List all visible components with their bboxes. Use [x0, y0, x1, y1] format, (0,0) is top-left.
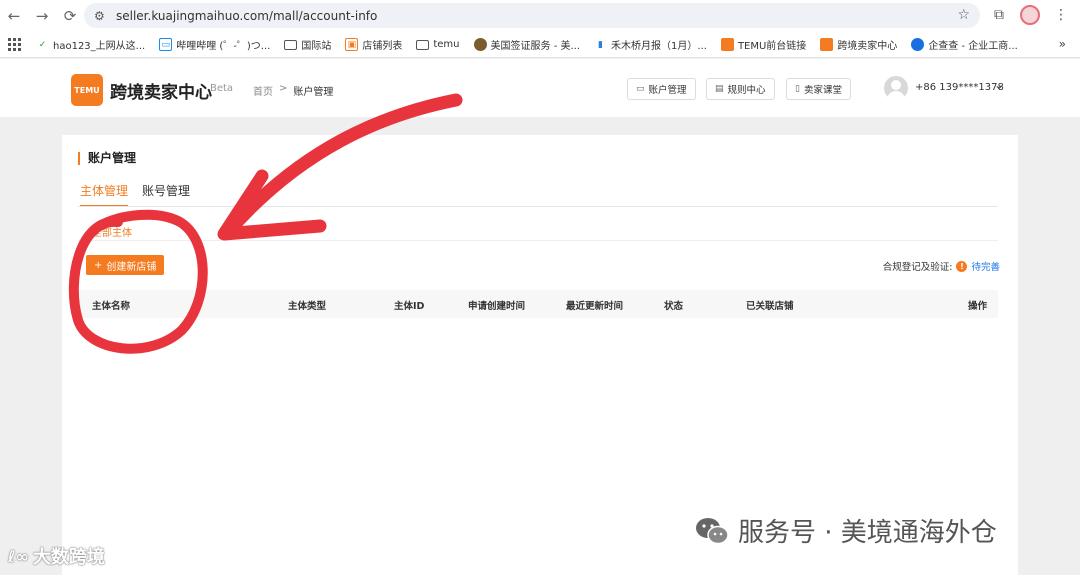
- hao123-icon: ✓: [38, 39, 47, 50]
- create-new-store-button[interactable]: + 创建新店铺: [86, 255, 165, 275]
- bookmark-intl-site[interactable]: 国际站: [284, 37, 331, 52]
- site-settings-icon[interactable]: ⚙: [94, 9, 110, 23]
- column-header: 已关联店铺: [746, 301, 794, 312]
- reload-icon[interactable]: ⟳: [56, 2, 84, 30]
- tab-entity-management[interactable]: 主体管理: [80, 182, 129, 207]
- extensions-icon[interactable]: ⧉: [988, 4, 1010, 26]
- rules-icon: ▤: [715, 84, 724, 94]
- plus-icon: +: [94, 259, 103, 271]
- temu-icon: [720, 38, 734, 51]
- temu-logo[interactable]: TEMU: [71, 74, 103, 106]
- column-header: 状态: [664, 301, 684, 312]
- beta-badge: Beta: [210, 83, 234, 94]
- bookmark-hao123[interactable]: ✓ hao123_上网从这...: [36, 37, 146, 53]
- bookmark-label: 哔哩哔哩 (゜-゜)つ...: [176, 41, 271, 52]
- watermark-text: 大数跨境: [32, 547, 105, 568]
- bookmark-label: 企查查 - 企业工商...: [928, 41, 1018, 52]
- tab-account-management[interactable]: 账号管理: [142, 182, 190, 207]
- bookmark-qichacha[interactable]: 企查查 - 企业工商...: [911, 37, 1018, 52]
- browser-toolbar: ← → ⟳ ⚙ seller.kuajingmaihuo.com/mall/ac…: [0, 0, 1080, 32]
- button-label: 账户管理: [648, 85, 687, 96]
- breadcrumb: 首页 > 账户管理: [253, 83, 333, 98]
- url-text[interactable]: seller.kuajingmaihuo.com/mall/account-in…: [116, 9, 377, 23]
- bookmark-us-visa[interactable]: 美国签证服务 - 美...: [473, 37, 581, 52]
- qcc-icon: [911, 38, 925, 51]
- chevron-down-icon[interactable]: ⌄: [994, 78, 1004, 92]
- column-header: 申请创建时间: [468, 301, 526, 312]
- bilibili-icon: ▭: [159, 38, 173, 51]
- compliance-link[interactable]: 待完善: [971, 259, 1000, 273]
- image-icon: ▭: [636, 84, 645, 94]
- brand-title: 跨境卖家中心: [110, 83, 212, 103]
- table-header: 主体名称 主体类型 主体ID 申请创建时间 最近更新时间 状态 已关联店铺 操作: [78, 290, 998, 318]
- rules-center-button[interactable]: ▤ 规则中心: [706, 78, 775, 100]
- more-bookmarks-icon[interactable]: »: [1059, 37, 1066, 51]
- forward-icon[interactable]: →: [28, 2, 56, 30]
- column-header: 最近更新时间: [566, 301, 624, 312]
- user-phone[interactable]: +86 139****1378: [915, 82, 1004, 93]
- bookmark-label: 美国签证服务 - 美...: [490, 41, 581, 52]
- compliance-label: 合规登记及验证:: [882, 262, 953, 273]
- dashuju-logo-icon: ℓ∞: [8, 546, 29, 566]
- account-management-button[interactable]: ▭ 账户管理: [627, 78, 696, 100]
- bookmark-label: 店铺列表: [362, 41, 403, 52]
- watermark-text: 服务号 · 美境通海外仓: [738, 518, 997, 548]
- bookmark-report[interactable]: ▮ 禾木桥月报（1月）...: [594, 37, 707, 53]
- bookmark-temu-front[interactable]: TEMU前台链接: [720, 37, 807, 52]
- page-title: 账户管理: [78, 152, 136, 165]
- user-avatar[interactable]: [884, 76, 908, 100]
- bookmark-temu-folder[interactable]: temu: [416, 39, 460, 50]
- address-bar[interactable]: ⚙ seller.kuajingmaihuo.com/mall/account-…: [84, 3, 980, 28]
- footer-watermark: ℓ∞ 大数跨境: [8, 543, 105, 569]
- breadcrumb-current: 账户管理: [293, 87, 334, 98]
- chart-icon: ▮: [598, 39, 603, 50]
- warning-icon: !: [956, 260, 968, 272]
- tabs-divider: [78, 206, 998, 207]
- column-header: 主体名称: [92, 301, 131, 312]
- app-header: TEMU 跨境卖家中心 Beta 首页 > 账户管理 ▭ 账户管理 ▤ 规则中心 ▯…: [0, 59, 1080, 117]
- menu-kebab-icon[interactable]: ⋮: [1050, 4, 1072, 26]
- button-label: 卖家课堂: [803, 85, 842, 96]
- breadcrumb-separator: >: [279, 83, 288, 94]
- bookmark-label: 跨境卖家中心: [837, 41, 898, 52]
- column-header: 主体ID: [394, 301, 425, 312]
- breadcrumb-home[interactable]: 首页: [253, 83, 273, 98]
- service-watermark: 服务号 · 美境通海外仓: [694, 512, 997, 549]
- apps-grid-icon[interactable]: [8, 37, 22, 52]
- temu-icon: [820, 38, 834, 51]
- profile-avatar[interactable]: [1020, 5, 1040, 25]
- compliance-status: 合规登记及验证: ! 待完善: [883, 259, 1000, 273]
- bookmark-label: 禾木桥月报（1月）...: [611, 41, 707, 52]
- back-icon[interactable]: ←: [0, 2, 28, 30]
- bookmark-label: TEMU前台链接: [737, 41, 807, 52]
- bookmark-star-icon[interactable]: ☆: [957, 7, 970, 23]
- bookmark-bilibili[interactable]: ▭ 哔哩哔哩 (゜-゜)つ...: [159, 37, 270, 52]
- seal-icon: [473, 38, 487, 51]
- column-header: 主体类型: [288, 301, 327, 312]
- subtab-divider: [78, 240, 998, 241]
- tab-bar: 主体管理 账号管理: [80, 182, 190, 207]
- book-icon: ▯: [795, 84, 800, 94]
- wechat-icon: [696, 517, 729, 544]
- subtab-all-entities[interactable]: 全部主体: [92, 224, 132, 239]
- folder-icon: [284, 39, 298, 50]
- bookmark-label: 国际站: [301, 41, 332, 52]
- button-label: 创建新店铺: [106, 261, 157, 273]
- bookmarks-bar: ✓ hao123_上网从这... ▭ 哔哩哔哩 (゜-゜)つ... 国际站 ▣ 店铺列…: [0, 32, 1080, 58]
- bookmark-seller-center[interactable]: 跨境卖家中心: [820, 37, 897, 52]
- content-card: 账户管理 主体管理 账号管理 全部主体 + 创建新店铺 合规登记及验证: ! 待完…: [62, 135, 1018, 575]
- column-header: 操作: [968, 301, 988, 312]
- logo-text: TEMU: [74, 85, 100, 95]
- seller-classroom-button[interactable]: ▯ 卖家课堂: [786, 78, 851, 100]
- bookmark-label: temu: [433, 39, 460, 50]
- shop-icon: ▣: [345, 38, 359, 51]
- bookmark-shop-list[interactable]: ▣ 店铺列表: [345, 37, 402, 52]
- button-label: 规则中心: [727, 85, 766, 96]
- folder-icon: [416, 39, 430, 50]
- bookmark-label: hao123_上网从这...: [53, 41, 146, 52]
